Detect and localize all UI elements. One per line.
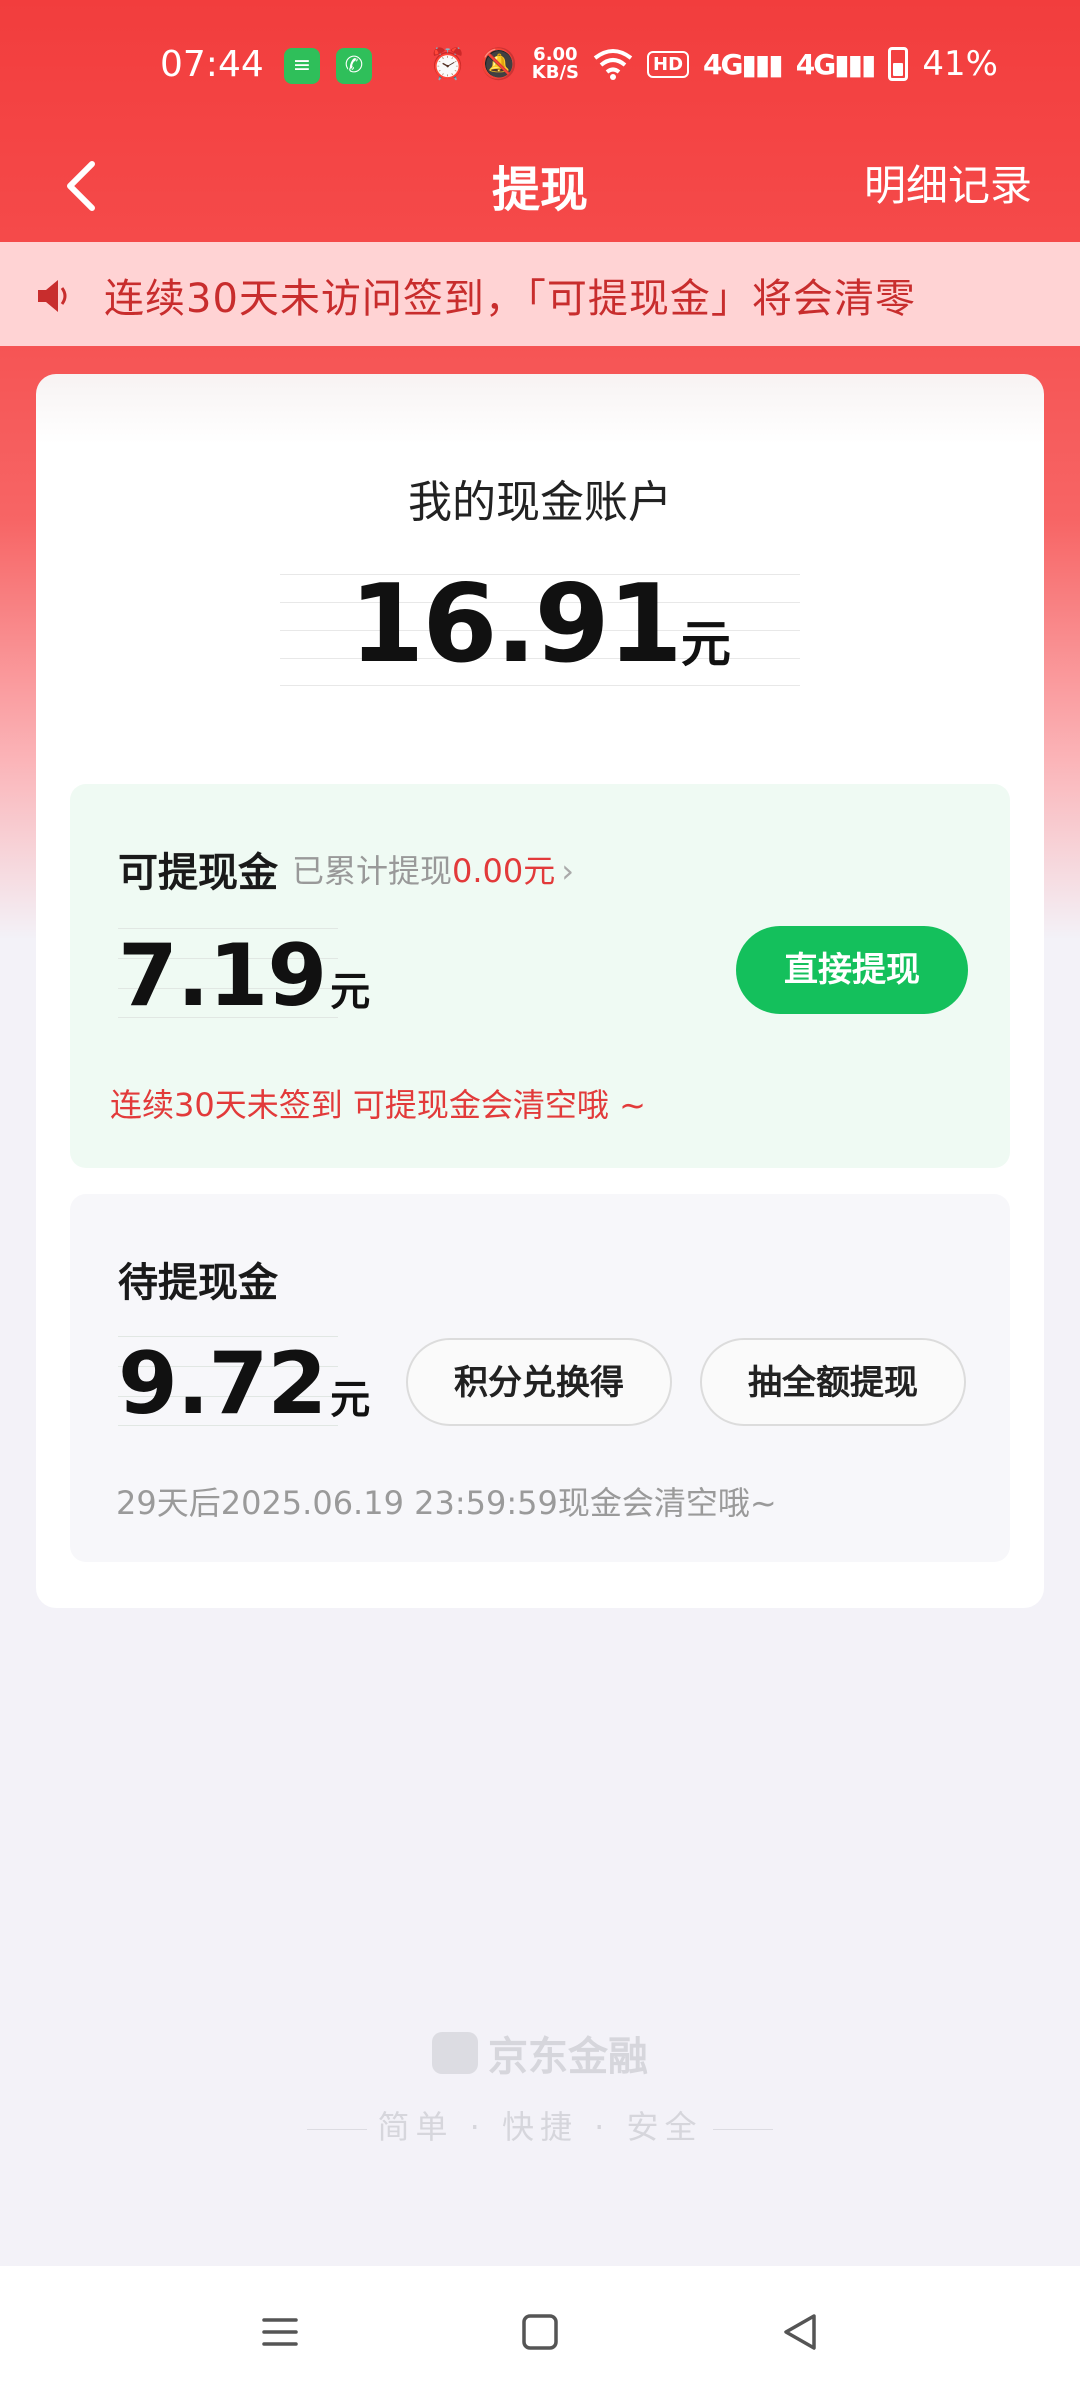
withdrawable-amount-value: 7.19 <box>118 926 327 1026</box>
chevron-right-icon: › <box>561 852 575 890</box>
battery-icon <box>888 47 909 81</box>
menu-icon <box>262 2318 298 2346</box>
withdrawable-warning: 连续30天未签到 可提现金会清空哦 ~ <box>110 1086 646 1124</box>
nav-back-button[interactable] <box>770 2302 830 2362</box>
pending-amount-unit: 元 <box>330 1377 371 1423</box>
brand-name: 京东金融 <box>488 2034 648 2080</box>
nav-menu-button[interactable] <box>250 2302 310 2362</box>
pending-title: 待提现金 <box>118 1260 278 1306</box>
status-bar: 07:44 ≡ ✆ ⏰ 🔕 6.00 KB/S HD 4G▮▮▮ 4G▮▮▮ 4… <box>0 0 1080 136</box>
withdrawable-title: 可提现金 <box>118 850 278 896</box>
status-indicators: ⏰ 🔕 6.00 KB/S HD 4G▮▮▮ 4G▮▮▮ 41% <box>429 44 998 84</box>
network-speed: 6.00 KB/S <box>531 44 579 83</box>
mute-icon: 🔕 <box>480 46 518 82</box>
account-amount: 16.91元 <box>36 562 1044 687</box>
jd-finance-logo-icon <box>432 2032 478 2074</box>
triangle-back-icon <box>784 2314 816 2350</box>
direct-withdraw-button[interactable]: 直接提现 <box>736 926 968 1014</box>
wifi-icon <box>593 49 633 80</box>
notice-banner: 连续30天未访问签到，「可提现金」将会清零 <box>0 242 1080 346</box>
nav-home-button[interactable] <box>510 2302 570 2362</box>
app-header: 提现 明细记录 <box>0 136 1080 242</box>
withdrawable-amount: 7.19 元 <box>118 926 370 1026</box>
account-amount-value: 16.91 <box>349 562 683 687</box>
withdrawable-amount-unit: 元 <box>330 969 371 1015</box>
speaker-icon <box>38 280 67 312</box>
notice-text: 连续30天未访问签到，「可提现金」将会清零 <box>104 276 916 322</box>
expire-note: 29天后2025.06.19 23:59:59现金会清空哦~ <box>116 1484 777 1522</box>
system-navigation-bar <box>0 2266 1080 2400</box>
brand-slogan: 简单 · 快捷 · 安全 <box>0 2102 1080 2148</box>
signal-icon-2: 4G▮▮▮ <box>795 47 877 81</box>
brand-footer: 京东金融 简单 · 快捷 · 安全 <box>0 2024 1080 2148</box>
points-exchange-button[interactable]: 积分兑换得 <box>406 1338 672 1426</box>
status-time: 07:44 <box>160 44 264 85</box>
detail-records-link[interactable]: 明细记录 <box>864 152 1032 213</box>
alarm-icon: ⏰ <box>429 46 467 82</box>
full-withdraw-draw-button[interactable]: 抽全额提现 <box>700 1338 966 1426</box>
withdrawable-section: 可提现金 已累计提现0.00元 › 7.19 元 直接提现 连续30天未签到 可提现… <box>70 784 1010 1168</box>
accumulated-withdraw-link[interactable]: 已累计提现0.00元 › <box>292 846 574 892</box>
signal-icon-1: 4G▮▮▮ <box>703 47 784 81</box>
message-app-icon: ≡ <box>284 48 320 84</box>
cash-account-card: 我的现金账户 16.91元 可提现金 已累计提现0.00元 › 7.19 元 直接提… <box>36 374 1044 1608</box>
pending-amount: 9.72 元 <box>118 1334 370 1434</box>
hd-voice-badge: HD <box>647 50 690 78</box>
pending-section: 待提现金 9.72 元 积分兑换得 抽全额提现 29天后2025.06.19 23… <box>70 1194 1010 1562</box>
account-label: 我的现金账户 <box>408 477 672 528</box>
accumulated-withdraw-value: 0.00元 <box>452 852 556 890</box>
account-amount-unit: 元 <box>680 615 731 673</box>
pending-amount-value: 9.72 <box>118 1334 327 1434</box>
phone-app-icon: ✆ <box>336 48 372 84</box>
home-square-icon <box>522 2314 558 2350</box>
battery-percent: 41% <box>922 44 998 84</box>
